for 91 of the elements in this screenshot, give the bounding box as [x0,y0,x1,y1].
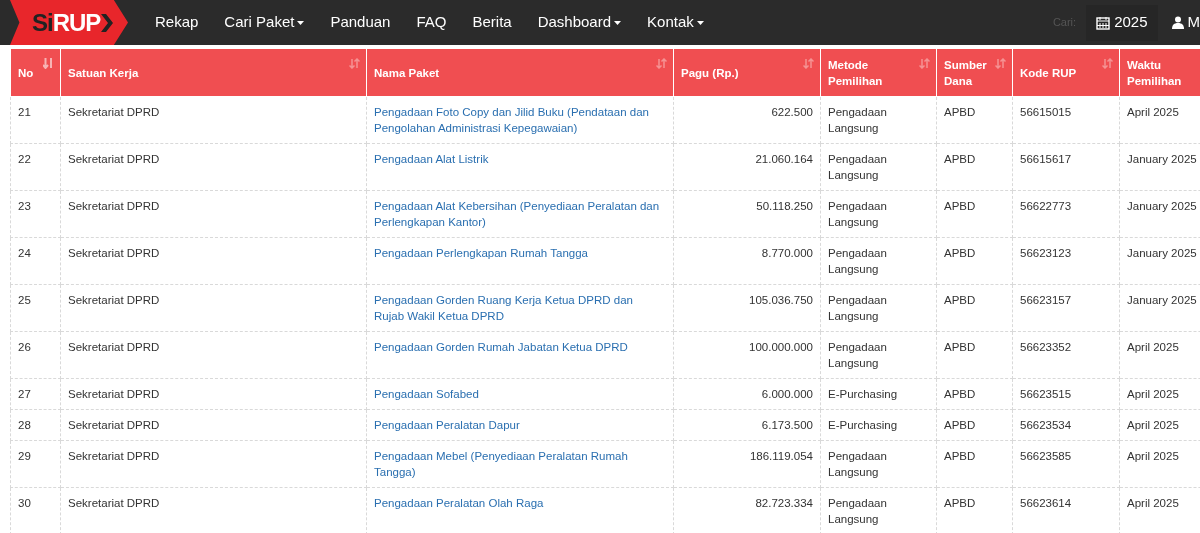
selection-method: Pengadaan Langsung [828,294,887,322]
work-unit: Sekretariat DPRD [68,497,160,509]
nav-link[interactable]: Berita [459,11,525,34]
fund-source: APBD [944,200,976,212]
fund-source: APBD [944,388,976,400]
budget-amount: 622.500 [771,106,813,118]
selection-time: April 2025 [1127,419,1179,431]
year-button[interactable]: 2025 [1086,4,1158,41]
column-header[interactable]: Waktu Pemilihan [1119,48,1200,97]
row-number: 28 [18,419,31,431]
budget-amount: 6.000.000 [761,388,813,400]
nav-link[interactable]: Rekap [142,11,212,34]
fund-source: APBD [944,450,976,462]
column-header[interactable]: Nama Paket [366,48,674,97]
rup-code: 56623614 [1020,497,1072,509]
selection-time: January 2025 [1127,153,1197,165]
rup-code: 56622773 [1020,200,1072,212]
nav-link[interactable]: Cari Paket [211,11,318,34]
calendar-icon [1096,15,1111,30]
row-number: 25 [18,294,31,306]
budget-amount: 186.119.054 [749,450,813,462]
fund-source: APBD [944,341,976,353]
budget-amount: 105.036.750 [749,294,813,306]
selection-method: Pengadaan Langsung [828,200,887,228]
selection-time: January 2025 [1127,294,1197,306]
row-number: 26 [18,341,31,353]
rup-code: 56623515 [1020,388,1072,400]
rup-code: 56623534 [1020,419,1072,431]
user-menu[interactable]: M [1157,4,1200,41]
budget-amount: 100.000.000 [749,341,813,353]
selection-time: April 2025 [1127,341,1179,353]
budget-amount: 82.723.334 [755,497,813,509]
rup-code: 56623352 [1020,341,1072,353]
user-icon [1171,16,1184,29]
column-header[interactable]: Pagu (Rp.) [673,48,821,97]
sirup-logo[interactable]: SiRUP [10,0,128,45]
work-unit: Sekretariat DPRD [68,450,160,462]
selection-time: April 2025 [1127,450,1179,462]
work-unit: Sekretariat DPRD [68,106,160,118]
row-number: 27 [18,388,31,400]
selection-method: Pengadaan Langsung [828,450,887,478]
selection-time: April 2025 [1127,388,1179,400]
rup-code: 56615015 [1020,106,1072,118]
chevron-icon [101,13,114,32]
rup-code: 56623157 [1020,294,1072,306]
column-header[interactable]: Metode Pemilihan [820,48,937,97]
rup-code: 56623123 [1020,247,1072,259]
work-unit: Sekretariat DPRD [68,388,160,400]
selection-method: Pengadaan Langsung [828,341,887,369]
work-unit: Sekretariat DPRD [68,294,160,306]
row-number: 24 [18,247,31,259]
nav-link[interactable]: Panduan [317,11,404,34]
fund-source: APBD [944,497,976,509]
column-header[interactable]: Kode RUP [1012,48,1120,97]
row-number: 30 [18,497,31,509]
column-header[interactable]: Sumber Dana [936,48,1013,97]
selection-method: Pengadaan Langsung [828,247,887,275]
column-header[interactable]: Satuan Kerja [60,48,367,97]
budget-amount: 6.173.500 [761,419,813,431]
selection-method: Pengadaan Langsung [828,497,887,525]
fund-source: APBD [944,106,976,118]
selection-time: January 2025 [1127,247,1197,259]
work-unit: Sekretariat DPRD [68,153,160,165]
row-number: 22 [18,153,31,165]
rup-code: 56623585 [1020,450,1072,462]
fund-source: APBD [944,153,976,165]
budget-amount: 50.118.250 [756,200,813,212]
budget-amount: 8.770.000 [761,247,813,259]
column-header[interactable]: No [10,48,61,97]
work-unit: Sekretariat DPRD [68,247,160,259]
selection-method: Pengadaan Langsung [828,153,887,181]
fund-source: APBD [944,247,976,259]
row-number: 23 [18,200,31,212]
work-unit: Sekretariat DPRD [68,200,160,212]
fund-source: APBD [944,419,976,431]
fund-source: APBD [944,294,976,306]
selection-time: April 2025 [1127,497,1179,509]
rup-code: 56615617 [1020,153,1072,165]
selection-time: April 2025 [1127,106,1179,118]
row-number: 29 [18,450,31,462]
budget-amount: 21.060.164 [755,153,813,165]
nav-link[interactable]: FAQ [403,11,460,34]
work-unit: Sekretariat DPRD [68,341,160,353]
selection-method: E-Purchasing [828,419,898,431]
work-unit: Sekretariat DPRD [68,419,160,431]
selection-time: January 2025 [1127,200,1197,212]
selection-method: E-Purchasing [828,388,898,400]
nav-link[interactable]: Kontak [634,11,717,34]
row-number: 21 [18,106,31,118]
selection-method: Pengadaan Langsung [828,106,887,134]
nav-link[interactable]: Dashboard [524,11,635,34]
